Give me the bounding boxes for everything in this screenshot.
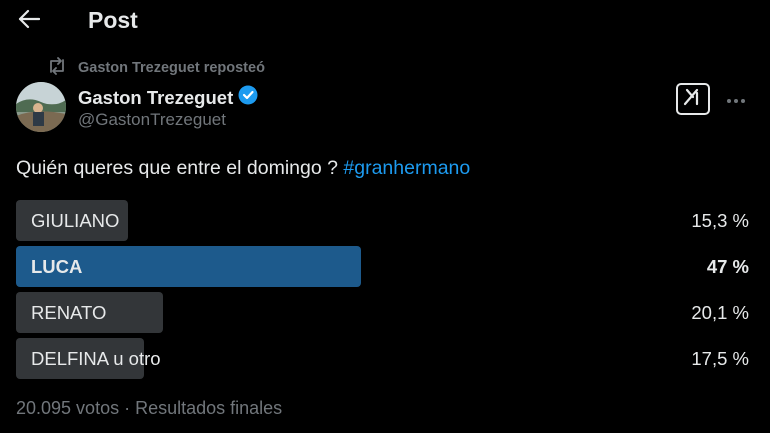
repost-text[interactable]: Gaston Trezeguet reposteó xyxy=(78,60,265,76)
back-button[interactable] xyxy=(12,6,46,36)
poll-option-giuliano: GIULIANO 15,3 % xyxy=(16,200,749,241)
more-icon xyxy=(726,91,746,109)
more-button[interactable] xyxy=(722,88,750,112)
poll-option-delfina: DELFINA u otro 17,5 % xyxy=(16,338,749,379)
author-name[interactable]: Gaston Trezeguet xyxy=(78,85,258,110)
repost-context: Gaston Trezeguet reposteó xyxy=(46,57,265,79)
poll-option-luca: LUCA 47 % xyxy=(16,246,749,287)
poll-option-label: DELFINA u otro xyxy=(31,348,161,369)
poll-option-renato: RENATO 20,1 % xyxy=(16,292,749,333)
page-title: Post xyxy=(88,7,138,33)
grok-icon xyxy=(682,87,704,112)
verified-badge-icon xyxy=(238,85,258,110)
post-body: Quién queres que entre el domingo ? xyxy=(16,157,344,179)
poll-option-label: GIULIANO xyxy=(31,210,120,231)
grok-button[interactable] xyxy=(676,83,710,115)
repost-icon xyxy=(46,57,68,79)
poll-option-percent: 20,1 % xyxy=(691,302,749,323)
hashtag-link[interactable]: #granhermano xyxy=(343,157,470,179)
poll-option-percent: 17,5 % xyxy=(691,348,749,369)
post-text: Quién queres que entre el domingo ? #gra… xyxy=(16,156,470,180)
avatar[interactable] xyxy=(16,82,66,132)
poll-footer: 20.095 votos · Resultados finales xyxy=(16,398,283,418)
arrow-left-icon xyxy=(18,9,41,34)
poll-option-percent: 15,3 % xyxy=(691,210,749,231)
poll-option-label: RENATO xyxy=(31,302,107,323)
author-name-text: Gaston Trezeguet xyxy=(78,86,234,108)
author-handle[interactable]: @GastonTrezeguet xyxy=(78,110,226,130)
poll-option-percent: 47 % xyxy=(706,256,749,277)
poll-option-label: LUCA xyxy=(31,256,83,277)
